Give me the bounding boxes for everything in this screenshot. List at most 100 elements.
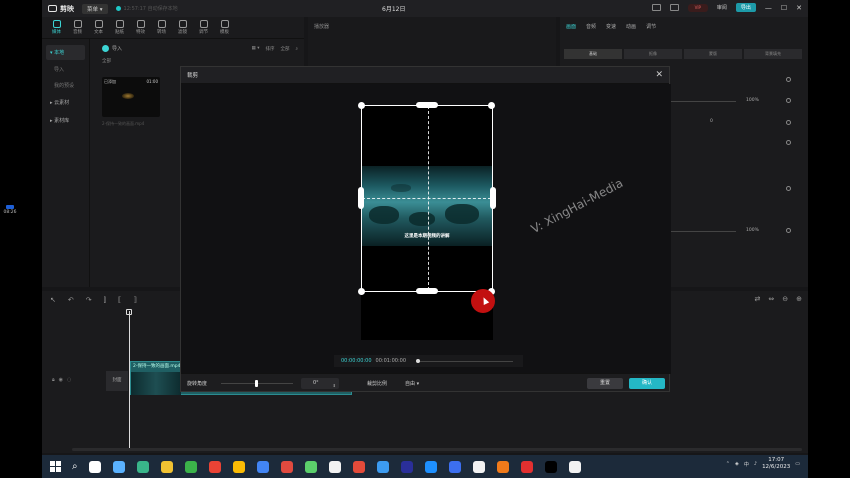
crop-handle-bottom[interactable] bbox=[416, 288, 438, 294]
opacity-slider[interactable] bbox=[660, 231, 736, 232]
taskbar-clock[interactable]: 17:07 12/6/2023 bbox=[762, 457, 790, 471]
tool-template[interactable]: 模板 bbox=[220, 20, 229, 35]
taskbar-app-icon[interactable] bbox=[280, 460, 293, 473]
sidebar-item-presets[interactable]: 我的预设 bbox=[46, 79, 85, 92]
view-toggle[interactable]: ▦ ▾ bbox=[252, 46, 260, 52]
crop-handle-bottom-left[interactable] bbox=[358, 288, 365, 295]
crop-handle-right[interactable] bbox=[490, 187, 496, 209]
sidebar-item-cloud[interactable]: ▸ 云素材 bbox=[46, 95, 85, 110]
subtab-basic[interactable]: 基础 bbox=[564, 49, 622, 59]
rotate-slider-knob[interactable] bbox=[255, 380, 258, 387]
keyframe-icon[interactable] bbox=[786, 120, 791, 125]
timeline-scrollbar[interactable] bbox=[72, 448, 802, 451]
sort-button[interactable]: 排序 bbox=[265, 46, 274, 52]
keyframe-icon[interactable] bbox=[786, 140, 791, 145]
scrub-knob[interactable] bbox=[416, 359, 420, 363]
zoom-in-icon[interactable]: ⊕ bbox=[796, 295, 802, 303]
ratio-select[interactable]: 自由 ▾ bbox=[405, 380, 419, 387]
tool-audio[interactable]: 音频 bbox=[73, 20, 82, 35]
tab-audio[interactable]: 音频 bbox=[586, 23, 596, 30]
tab-animation[interactable]: 动画 bbox=[626, 23, 636, 30]
vip-badge[interactable]: VIP bbox=[687, 3, 708, 12]
subtab-mask[interactable]: 蒙版 bbox=[684, 49, 742, 59]
crop-handle-top[interactable] bbox=[416, 102, 438, 108]
rotate-input[interactable]: 0° ⬍ bbox=[301, 378, 339, 389]
taskbar-app-icon[interactable] bbox=[568, 460, 581, 473]
taskbar-app-icon[interactable] bbox=[544, 460, 557, 473]
taskbar-app-icon[interactable] bbox=[376, 460, 389, 473]
subtab-background[interactable]: 背景填充 bbox=[744, 49, 802, 59]
select-tool-icon[interactable]: ↖ bbox=[50, 296, 56, 305]
tray-expand-icon[interactable]: ⌃ bbox=[726, 461, 730, 467]
crop-box[interactable] bbox=[361, 105, 493, 292]
confirm-button[interactable]: 确认 bbox=[629, 378, 665, 389]
taskbar-app-icon[interactable] bbox=[424, 460, 437, 473]
tool-text[interactable]: 文本 bbox=[94, 20, 103, 35]
taskbar-app-icon[interactable] bbox=[88, 460, 101, 473]
reset-button[interactable]: 重置 bbox=[587, 378, 623, 389]
taskbar-app-icon[interactable] bbox=[136, 460, 149, 473]
taskbar-app-icon[interactable] bbox=[232, 460, 245, 473]
trim-left-icon[interactable]: ⟦ bbox=[118, 296, 121, 305]
keyframe-icon[interactable] bbox=[786, 228, 791, 233]
opacity-value[interactable]: 100% bbox=[746, 228, 759, 233]
crop-handle-top-left[interactable] bbox=[358, 102, 365, 109]
subtab-cutout[interactable]: 抠像 bbox=[624, 49, 682, 59]
crop-handle-top-right[interactable] bbox=[488, 102, 495, 109]
media-thumbnail[interactable]: 已添加 01:00 bbox=[102, 77, 160, 117]
network-icon[interactable]: ◈ bbox=[735, 461, 739, 467]
windows-start-icon[interactable] bbox=[50, 461, 61, 472]
tool-adjust[interactable]: 调节 bbox=[199, 20, 208, 35]
minimize-button[interactable]: — bbox=[765, 4, 772, 12]
scrub-track[interactable] bbox=[417, 361, 513, 362]
close-window-button[interactable]: ✕ bbox=[796, 4, 802, 12]
trim-right-icon[interactable]: ⟧ bbox=[133, 296, 136, 305]
taskbar-app-icon[interactable] bbox=[496, 460, 509, 473]
taskbar-app-icon[interactable] bbox=[184, 460, 197, 473]
tool-transition[interactable]: 转场 bbox=[157, 20, 166, 35]
close-icon[interactable]: ✕ bbox=[655, 70, 663, 80]
redo-icon[interactable]: ↷ bbox=[86, 296, 92, 305]
taskbar-app-icon[interactable] bbox=[472, 460, 485, 473]
crop-handle-left[interactable] bbox=[358, 187, 364, 209]
menu-button[interactable]: 菜单 ▾ bbox=[82, 3, 108, 14]
taskbar-app-icon[interactable] bbox=[400, 460, 413, 473]
taskbar-app-icon[interactable] bbox=[160, 460, 173, 473]
maximize-button[interactable]: ☐ bbox=[781, 4, 787, 12]
tab-adjust[interactable]: 调节 bbox=[646, 23, 656, 30]
scale-slider[interactable] bbox=[660, 101, 736, 102]
volume-icon[interactable]: ♪ bbox=[754, 461, 757, 467]
taskbar-app-icon[interactable] bbox=[328, 460, 341, 473]
taskbar-app-icon[interactable] bbox=[208, 460, 221, 473]
taskbar-app-icon[interactable] bbox=[256, 460, 269, 473]
shortcut-icon[interactable] bbox=[669, 4, 679, 11]
sidebar-item-import[interactable]: 导入 bbox=[46, 63, 85, 76]
mute-icon[interactable]: ◌ bbox=[67, 377, 71, 383]
link-icon[interactable]: ⇔ bbox=[768, 295, 774, 303]
tab-speed[interactable]: 变速 bbox=[606, 23, 616, 30]
taskbar-app-icon[interactable] bbox=[520, 460, 533, 473]
cover-button[interactable]: 封面 bbox=[106, 371, 128, 391]
layout-icon[interactable] bbox=[651, 4, 661, 11]
stepper-icon[interactable]: ⬍ bbox=[333, 380, 336, 391]
search-icon[interactable]: ⌕ bbox=[295, 46, 298, 52]
keyframe-icon[interactable] bbox=[786, 98, 791, 103]
notification-icon[interactable]: ▭ bbox=[795, 461, 800, 467]
sidebar-item-local[interactable]: ▾ 本地 bbox=[46, 45, 85, 60]
tab-video[interactable]: 画面 bbox=[566, 23, 576, 30]
tool-media[interactable]: 媒体 bbox=[52, 20, 61, 35]
export-button[interactable]: 导出 bbox=[735, 3, 756, 12]
zoom-icon[interactable]: ⊖ bbox=[782, 295, 788, 303]
search-icon[interactable]: ⌕ bbox=[72, 461, 78, 472]
taskbar-app-icon[interactable] bbox=[352, 460, 365, 473]
position-value[interactable]: 0 bbox=[710, 119, 713, 124]
tool-effects[interactable]: 特效 bbox=[136, 20, 145, 35]
keyframe-icon[interactable] bbox=[786, 186, 791, 191]
undo-icon[interactable]: ↶ bbox=[68, 296, 74, 305]
tool-sticker[interactable]: 贴纸 bbox=[115, 20, 124, 35]
taskbar-app-icon[interactable] bbox=[112, 460, 125, 473]
split-icon[interactable]: ⫿ bbox=[104, 296, 106, 305]
visibility-icon[interactable]: ◉ bbox=[59, 377, 63, 383]
all-filter[interactable]: 全部 bbox=[280, 46, 289, 52]
taskbar-app-icon[interactable] bbox=[304, 460, 317, 473]
